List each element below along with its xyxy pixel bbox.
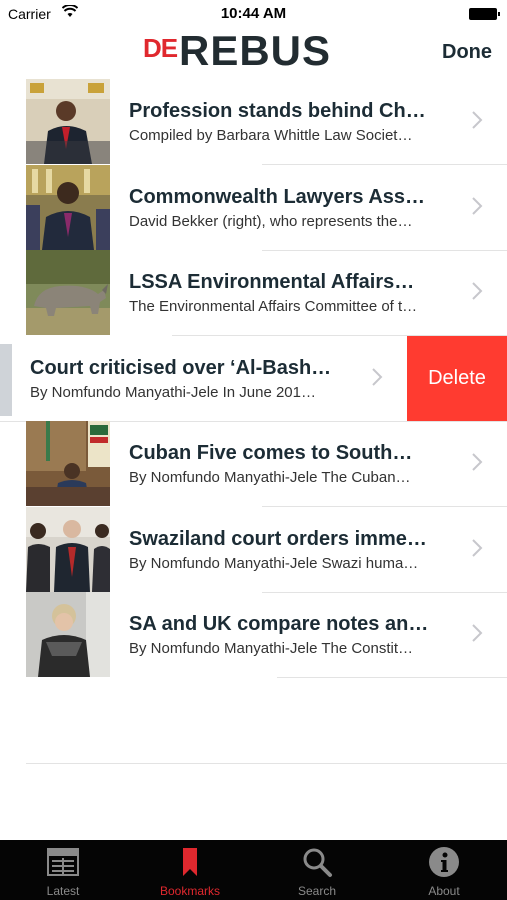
search-icon <box>301 846 333 878</box>
tab-bar: Latest Bookmarks Search About <box>0 840 507 900</box>
list-item[interactable]: Profession stands behind Ch… Compiled by… <box>0 79 507 164</box>
logo-prefix: DE <box>143 33 178 63</box>
tab-label: Search <box>297 884 337 898</box>
tab-latest[interactable]: Latest <box>0 840 126 900</box>
tab-label: Bookmarks <box>159 884 221 898</box>
info-icon <box>428 846 460 878</box>
status-time: 10:44 AM <box>220 5 287 22</box>
article-title: LSSA Environmental Affairs… <box>129 271 415 293</box>
article-title: SA and UK compare notes an… <box>129 613 429 635</box>
list-item[interactable]: Swaziland court orders imme… By Nomfundo… <box>0 507 507 592</box>
list-item[interactable]: Cuban Five comes to South… By Nomfundo M… <box>0 421 507 506</box>
tab-search[interactable]: Search <box>254 840 380 900</box>
chevron-right-icon <box>471 110 483 130</box>
article-title: Commonwealth Lawyers Ass… <box>129 186 426 208</box>
article-subtitle: By Nomfundo Manyathi-Jele The Cuban… <box>129 469 411 486</box>
article-subtitle: The Environmental Affairs Committee of t… <box>129 298 418 315</box>
article-thumbnail <box>26 507 110 592</box>
article-subtitle: By Nomfundo Manyathi-Jele Swazi huma… <box>129 555 419 572</box>
done-button[interactable]: Done <box>442 41 492 64</box>
battery-icon <box>469 8 500 20</box>
article-thumbnail <box>26 421 110 506</box>
chevron-right-icon <box>471 623 483 643</box>
chevron-right-icon <box>471 196 483 216</box>
article-thumbnail <box>26 165 110 250</box>
de-rebus-logo: DE REBUS <box>143 30 330 74</box>
article-subtitle: By Nomfundo Manyathi-Jele In June 201… <box>30 384 316 401</box>
tab-label: About <box>428 884 460 898</box>
list-item[interactable]: LSSA Environmental Affairs… The Environm… <box>0 250 507 335</box>
article-title: Cuban Five comes to South… <box>129 442 413 464</box>
article-thumbnail <box>26 592 110 677</box>
chevron-right-icon <box>471 281 483 301</box>
list-item[interactable]: Commonwealth Lawyers Ass… David Bekker (… <box>0 165 507 250</box>
delete-button[interactable]: Delete <box>407 336 507 421</box>
nav-bar: DE REBUS Done <box>0 28 507 78</box>
tab-bookmarks[interactable]: Bookmarks <box>127 840 253 900</box>
status-bar: Carrier 10:44 AM <box>0 0 507 28</box>
chevron-right-icon <box>471 452 483 472</box>
chevron-right-icon <box>371 367 383 387</box>
bookmark-icon <box>174 846 206 878</box>
chevron-right-icon <box>471 538 483 558</box>
article-thumbnail <box>26 79 110 164</box>
tab-about[interactable]: About <box>381 840 507 900</box>
article-subtitle: David Bekker (right), who represents the… <box>129 213 413 230</box>
newspaper-icon <box>47 846 79 878</box>
tab-label: Latest <box>46 884 80 898</box>
article-subtitle: By Nomfundo Manyathi-Jele The Constit… <box>129 640 414 657</box>
article-title: Profession stands behind Ch… <box>129 100 426 122</box>
list-item[interactable]: SA and UK compare notes an… By Nomfundo … <box>0 592 507 677</box>
list-item-swiped[interactable]: Court criticised over ‘Al-Bash… By Nomfu… <box>0 336 507 421</box>
row-separator <box>277 677 507 678</box>
article-thumbnail <box>26 250 110 335</box>
article-title: Swaziland court orders imme… <box>129 528 427 550</box>
logo-main: REBUS <box>179 30 332 68</box>
article-thumbnail <box>0 344 12 416</box>
row-separator <box>26 763 507 764</box>
article-title: Court criticised over ‘Al-Bash… <box>30 357 332 379</box>
article-subtitle: Compiled by Barbara Whittle Law Societ… <box>129 127 413 144</box>
